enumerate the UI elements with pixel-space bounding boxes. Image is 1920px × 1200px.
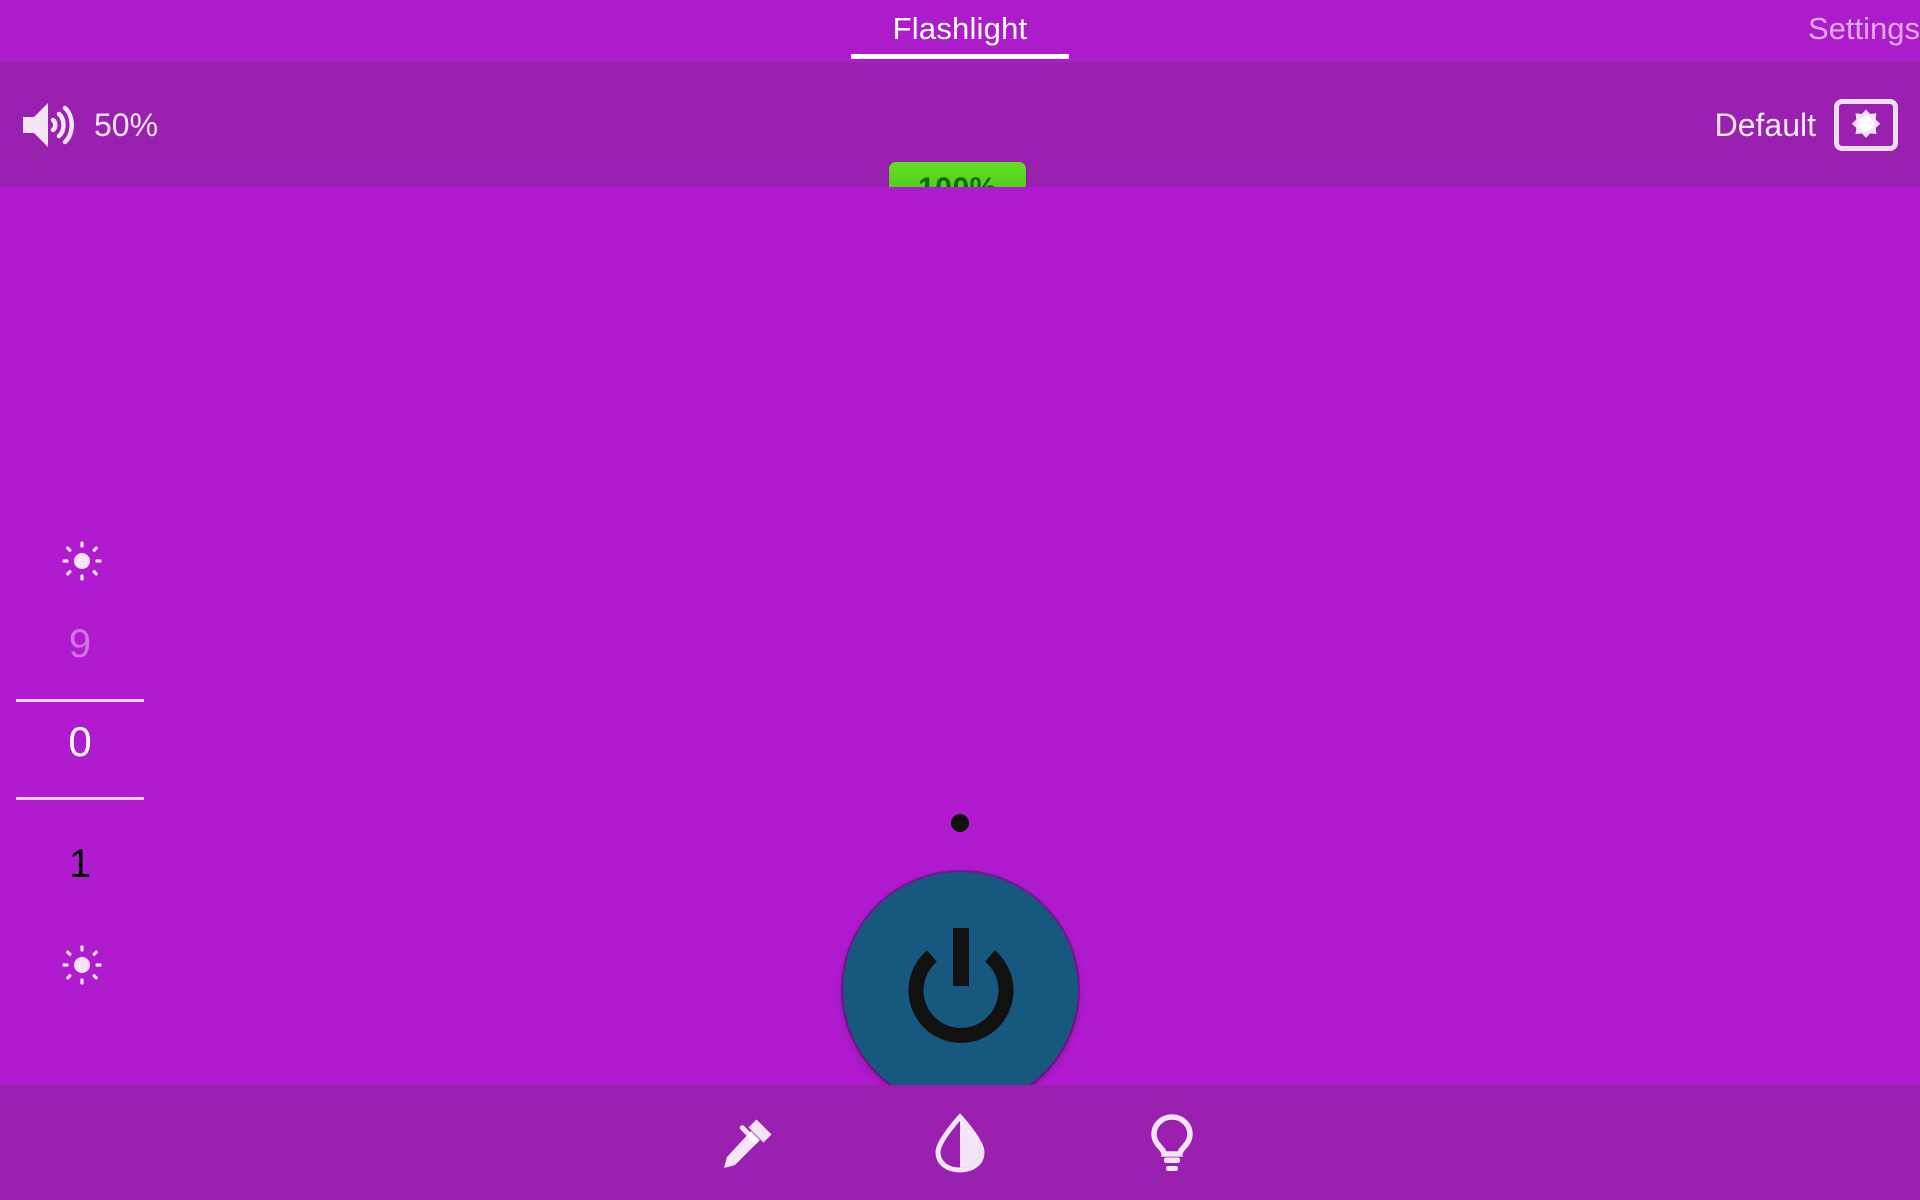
brightness-high-icon-bottom[interactable] <box>62 945 102 985</box>
tab-flashlight[interactable]: Flashlight <box>850 10 1070 48</box>
picker-value-selected[interactable]: 0 <box>16 719 144 765</box>
brightness-profile-label: Default <box>1714 106 1816 143</box>
eyedropper-icon[interactable] <box>716 1111 780 1175</box>
power-icon <box>891 920 1031 1060</box>
volume-value: 50% <box>94 106 159 143</box>
power-toggle-button[interactable] <box>843 872 1078 1107</box>
main-canvas: 9 0 1 <box>0 187 1920 1107</box>
lightbulb-icon[interactable] <box>1140 1111 1204 1175</box>
volume-control[interactable]: 50% <box>20 62 158 187</box>
picker-value-previous[interactable]: 9 <box>16 621 144 667</box>
tab-settings[interactable]: Settings <box>1808 10 1920 48</box>
picker-divider-bottom <box>16 797 144 800</box>
brightness-number-picker[interactable]: 9 0 1 <box>16 541 144 985</box>
status-bar: 50% 100% Default <box>0 62 1920 216</box>
brightness-profile-control[interactable]: Default <box>1715 62 1898 187</box>
volume-up-icon <box>20 99 78 151</box>
power-indicator-dot <box>951 814 969 832</box>
brightness-high-icon-top[interactable] <box>62 541 102 581</box>
opacity-droplet-icon[interactable] <box>928 1111 992 1175</box>
brightness-screen-icon[interactable] <box>1834 98 1898 151</box>
picker-value-next[interactable]: 1 <box>16 841 144 887</box>
picker-divider-top <box>16 699 144 702</box>
flashlight-app-window: Flashlight Settings 50% 100% Default <box>0 0 1920 1200</box>
tab-active-indicator <box>851 54 1069 59</box>
bottom-toolbar <box>0 1085 1920 1200</box>
title-bar: Flashlight Settings <box>0 0 1920 62</box>
